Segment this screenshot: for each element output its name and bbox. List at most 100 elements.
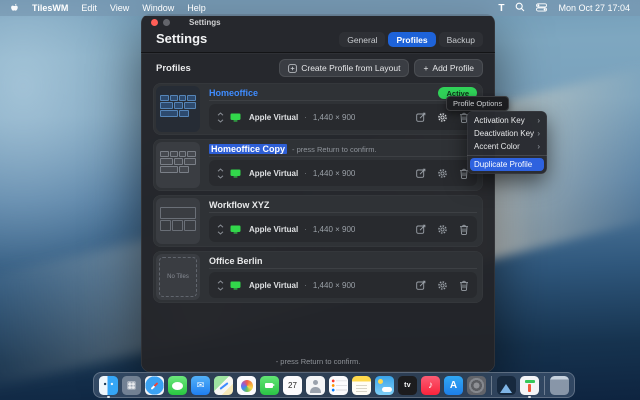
chevron-down-icon: [217, 287, 224, 291]
submenu-arrow-icon: ›: [537, 129, 540, 138]
dock-weather-icon[interactable]: [375, 376, 394, 397]
dock-tileswm-icon[interactable]: [520, 376, 539, 397]
menubar-item-view[interactable]: View: [110, 3, 129, 13]
reorder-stepper[interactable]: [217, 280, 224, 291]
menubar-item-help[interactable]: Help: [187, 3, 206, 13]
dock-maps-icon[interactable]: [214, 376, 233, 397]
create-profile-from-layout-label: Create Profile from Layout: [301, 63, 400, 73]
dock-music-icon[interactable]: ♪: [421, 376, 440, 397]
dock-finder-icon[interactable]: [99, 376, 118, 397]
profile-name-link[interactable]: Homeoffice: [209, 88, 258, 98]
chevron-down-icon: [217, 231, 224, 235]
profile-options-menu: Activation Key › Deactivation Key › Acce…: [467, 111, 547, 174]
profile-name-editing[interactable]: Homeoffice Copy: [209, 144, 287, 154]
apple-menu-icon[interactable]: [10, 3, 19, 13]
profile-name[interactable]: Workflow XYZ: [209, 200, 269, 210]
dock-files-icon[interactable]: [497, 376, 516, 397]
add-profile-button[interactable]: + Add Profile: [414, 59, 483, 77]
reorder-stepper[interactable]: [217, 168, 224, 179]
display-resolution: 1,440 × 900: [313, 169, 355, 178]
card-divider: [209, 212, 477, 213]
delete-profile-icon[interactable]: [459, 280, 469, 291]
dock-reminders-icon[interactable]: [329, 376, 348, 397]
create-profile-from-layout-button[interactable]: Create Profile from Layout: [279, 59, 409, 77]
tab-backup[interactable]: Backup: [439, 32, 483, 47]
display-name: Apple Virtual: [249, 169, 298, 178]
display-icon: [230, 113, 241, 122]
dock-facetime-icon[interactable]: [260, 376, 279, 397]
running-indicator: [528, 396, 531, 399]
menubar-item-edit[interactable]: Edit: [81, 3, 97, 13]
window-titlebar[interactable]: Settings: [141, 14, 495, 30]
profile-options-gear-icon[interactable]: [437, 224, 448, 235]
separator-dot: ·: [304, 281, 307, 290]
dock-notes-icon[interactable]: [352, 376, 371, 397]
dock-tv-icon[interactable]: tv: [398, 376, 417, 397]
reorder-stepper[interactable]: [217, 224, 224, 235]
no-tiles-placeholder: No Tiles: [159, 257, 197, 297]
dock-calendar-icon[interactable]: 27: [283, 376, 302, 397]
settings-window: Settings Settings General Profiles Backu…: [141, 14, 495, 372]
profile-card-homeoffice-copy[interactable]: Homeoffice Copy - press Return to confir…: [153, 139, 483, 191]
rename-hint: - press Return to confirm.: [292, 145, 377, 154]
control-center-icon[interactable]: [536, 3, 547, 14]
chevron-down-icon: [217, 175, 224, 179]
menu-item-deactivation-key[interactable]: Deactivation Key ›: [467, 127, 547, 140]
profile-list: Homeoffice Active Apple Virtual · 1,440 …: [153, 83, 483, 307]
dock-mail-icon[interactable]: ✉: [191, 376, 210, 397]
dock-settings-icon[interactable]: [467, 376, 486, 397]
profile-card-homeoffice[interactable]: Homeoffice Active Apple Virtual · 1,440 …: [153, 83, 483, 135]
square-plus-icon: [288, 64, 297, 73]
minimize-button[interactable]: [163, 19, 170, 26]
separator-dot: ·: [304, 113, 307, 122]
selected-text: Homeoffice Copy: [209, 144, 287, 154]
dock-safari-icon[interactable]: [145, 376, 164, 397]
tileswm-status-icon[interactable]: T: [498, 3, 504, 14]
profile-options-gear-icon[interactable]: [437, 280, 448, 291]
profile-card-office-berlin[interactable]: No Tiles Office Berlin Apple Virtual · 1…: [153, 251, 483, 303]
menu-item-accent-color[interactable]: Accent Color ›: [467, 140, 547, 153]
dock-contacts-icon[interactable]: [306, 376, 325, 397]
display-row: Apple Virtual · 1,440 × 900: [209, 160, 477, 186]
dock-appstore-icon[interactable]: A: [444, 376, 463, 397]
menubar-item-window[interactable]: Window: [142, 3, 174, 13]
close-button[interactable]: [151, 19, 158, 26]
menubar-clock[interactable]: Mon Oct 27 17:04: [558, 3, 630, 13]
delete-profile-icon[interactable]: [459, 224, 469, 235]
profile-name[interactable]: Office Berlin: [209, 256, 263, 266]
edit-layout-icon[interactable]: [416, 168, 426, 178]
page-title: Settings: [156, 31, 207, 46]
chevron-up-icon: [217, 224, 224, 228]
profile-options-gear-icon[interactable]: [437, 168, 448, 179]
menu-item-duplicate-profile[interactable]: Duplicate Profile: [470, 158, 544, 171]
tab-general[interactable]: General: [339, 32, 385, 47]
dock-trash-icon[interactable]: [550, 376, 569, 397]
reorder-stepper[interactable]: [217, 112, 224, 123]
submenu-arrow-icon: ›: [537, 142, 540, 151]
dock-photos-icon[interactable]: [237, 376, 256, 397]
profile-options-gear-icon[interactable]: [437, 112, 448, 123]
display-resolution: 1,440 × 900: [313, 281, 355, 290]
edit-layout-icon[interactable]: [416, 280, 426, 290]
card-divider: [209, 100, 477, 101]
submenu-arrow-icon: ›: [537, 116, 540, 125]
dock-divider: [491, 376, 492, 395]
card-divider: [209, 268, 477, 269]
dock-messages-icon[interactable]: [168, 376, 187, 397]
tab-profiles[interactable]: Profiles: [388, 32, 435, 47]
dock-launchpad-icon[interactable]: ▦: [122, 376, 141, 397]
edit-layout-icon[interactable]: [416, 112, 426, 122]
profile-thumbnail: No Tiles: [156, 254, 200, 300]
spotlight-search-icon[interactable]: [515, 2, 525, 14]
chevron-down-icon: [217, 119, 224, 123]
menu-item-activation-key[interactable]: Activation Key ›: [467, 114, 547, 127]
separator-dot: ·: [304, 225, 307, 234]
display-name: Apple Virtual: [249, 113, 298, 122]
display-row: Apple Virtual · 1,440 × 900: [209, 216, 477, 242]
profile-thumbnail: [156, 198, 200, 244]
profile-card-workflow-xyz[interactable]: Workflow XYZ Apple Virtual · 1,440 × 900: [153, 195, 483, 247]
menubar-app-name[interactable]: TilesWM: [32, 3, 68, 13]
display-row: Apple Virtual · 1,440 × 900: [209, 272, 477, 298]
edit-layout-icon[interactable]: [416, 224, 426, 234]
dock: ▦ ✉ 27 tv ♪ A: [93, 372, 575, 398]
